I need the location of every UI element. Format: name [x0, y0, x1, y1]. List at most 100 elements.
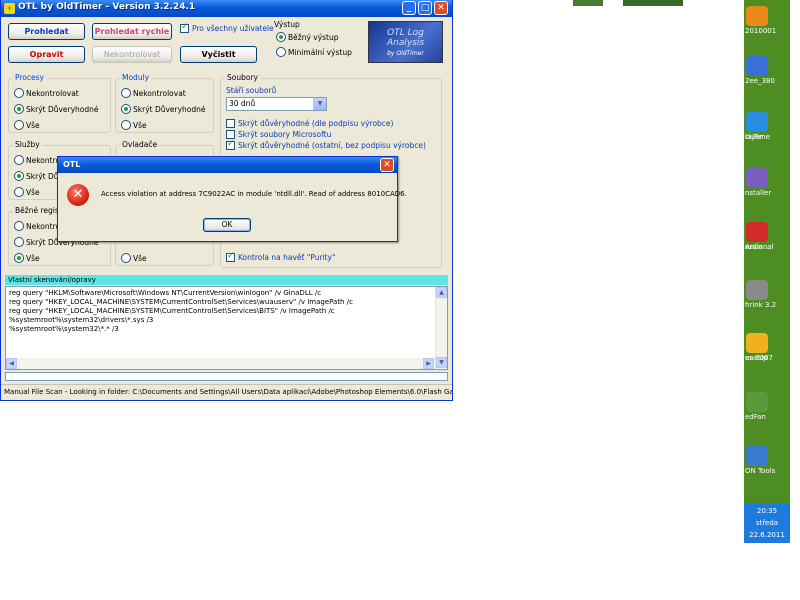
services-all-radio[interactable] [14, 187, 24, 197]
ok-button[interactable]: OK [203, 218, 251, 232]
services-no-check-radio[interactable] [14, 155, 24, 165]
processes-no-check-radio[interactable] [14, 88, 24, 98]
minimize-button[interactable]: _ [402, 1, 416, 15]
modules-no-check-radio[interactable] [121, 88, 131, 98]
otl-logo: OTL Log Analysis by OldTimer [368, 21, 443, 63]
modules-option-label: Skrýt Důveryhodné [133, 105, 206, 114]
scroll-down-icon[interactable]: ▼ [436, 357, 447, 368]
dialog-close-button[interactable]: ✕ [380, 158, 394, 172]
services-group-title: Služby [13, 140, 42, 149]
registry-hide-trusted-radio[interactable] [14, 237, 24, 247]
minimal-output-label: Minimální výstup [288, 48, 352, 57]
maximize-button[interactable]: □ [418, 1, 432, 15]
desktop-icon[interactable]: uneUp es 2007 [744, 333, 790, 362]
processes-option-label: Vše [26, 121, 40, 130]
taskbar-clock[interactable]: 20:35 středa 22.6.2011 [744, 503, 790, 543]
registry-ext-option-label: Vše [133, 254, 147, 263]
app-icon [746, 446, 768, 466]
file-age-label: Stáří souborů [226, 86, 277, 95]
chevron-down-icon[interactable]: ▼ [313, 98, 326, 110]
desktop-icon[interactable]: 2010001 [744, 6, 790, 35]
modules-hide-trusted-radio[interactable] [121, 104, 131, 114]
processes-hide-trusted-radio[interactable] [14, 104, 24, 114]
all-users-checkbox[interactable] [180, 22, 189, 33]
desktop-icon[interactable]: nstaller [744, 168, 790, 197]
app-icon [746, 333, 768, 353]
modules-all-radio[interactable] [121, 120, 131, 130]
services-hide-trusted-radio[interactable] [14, 171, 24, 181]
app-icon [746, 6, 768, 26]
script-line: %systemroot%\system32\drivers\*.sys /3 [9, 316, 154, 324]
modules-option-label: Nekontrolovat [133, 89, 186, 98]
hide-microsoft-checkbox[interactable] [226, 130, 235, 139]
desktop-icon[interactable]: ON Tools [744, 446, 790, 475]
file-age-select[interactable]: 30 dnů ▼ [226, 97, 327, 111]
app-icon [746, 392, 768, 412]
app-icon [746, 222, 768, 242]
file-age-value: 30 dnů [229, 99, 256, 108]
hide-other-checkbox[interactable] [226, 139, 235, 150]
error-message: Access violation at address 7C9022AC in … [101, 190, 407, 198]
registry-no-check-radio[interactable] [14, 221, 24, 231]
hide-signed-checkbox[interactable] [226, 119, 235, 128]
no-check-button[interactable]: Nekontrolovat [92, 46, 172, 63]
app-icon [746, 56, 768, 76]
wallpaper-fragment [573, 0, 603, 6]
files-group-title: Soubory [225, 73, 260, 82]
all-users-label: Pro všechny uživatele [192, 24, 274, 33]
processes-option-label: Nekontrolovat [26, 89, 79, 98]
error-dialog: OTL ✕ ✕ Access violation at address 7C90… [57, 156, 407, 242]
output-group-title: Výstup [274, 20, 300, 29]
script-line: reg query "HKEY_LOCAL_MACHINE\SYSTEM\Cur… [9, 307, 335, 315]
clock-time: 20:35 [756, 507, 778, 515]
modules-group: Moduly Nekontrolovat Skrýt Důveryhodné V… [115, 73, 214, 133]
window-titlebar[interactable]: ✦ OTL by OldTimer - Version 3.2.24.1 _ □… [1, 0, 452, 17]
script-line: %systemroot%\system32\*.* /3 [9, 325, 119, 333]
purity-checkbox[interactable] [226, 251, 235, 262]
registry-all-radio[interactable] [14, 253, 24, 263]
custom-scan-header: Vlastní skenování/opravy [5, 275, 448, 285]
registry-option-label: Vše [26, 254, 40, 263]
scroll-right-icon[interactable]: ▶ [423, 358, 434, 369]
minimal-output-radio[interactable] [276, 47, 286, 57]
horizontal-scrollbar[interactable]: ◀ ▶ [6, 358, 434, 369]
vertical-scrollbar[interactable]: ▲ ▼ [435, 287, 447, 369]
custom-scan-textarea[interactable]: reg query "HKLM\Software\Microsoft\Windo… [5, 286, 448, 370]
window-title: OTL by OldTimer - Version 3.2.24.1 [18, 2, 196, 12]
normal-output-radio[interactable] [276, 32, 286, 42]
logo-subtext: by OldTimer [387, 50, 424, 57]
quick-scan-button[interactable]: Prohledat rychle [92, 23, 172, 40]
status-bar: Manual File Scan - Looking in folder: C:… [1, 384, 452, 400]
app-icon [746, 168, 768, 188]
hide-other-label: Skrýt důvěryhodné (ostatní, bez podpisu … [238, 141, 426, 150]
app-icon [746, 112, 768, 132]
desktop-icon[interactable]: 2ee_380 [744, 56, 790, 85]
script-line: reg query "HKLM\Software\Microsoft\Windo… [9, 289, 322, 297]
app-icon [746, 280, 768, 300]
desktop-icon[interactable]: edFan [744, 392, 790, 421]
desktop-icon[interactable]: hrink 3.2 [744, 280, 790, 309]
registry-ext-all-radio[interactable] [121, 253, 131, 263]
processes-all-radio[interactable] [14, 120, 24, 130]
scroll-up-icon[interactable]: ▲ [436, 287, 447, 298]
scan-button[interactable]: Prohledat [8, 23, 85, 40]
desktop-icon[interactable]: ckTime layer [744, 112, 790, 141]
drivers-group-title: Ovladače [120, 140, 160, 149]
app-icon: ✦ [4, 3, 15, 14]
processes-group-title: Procesy [13, 73, 46, 82]
wallpaper-fragment [623, 0, 683, 6]
close-button[interactable]: ✕ [434, 1, 448, 15]
fix-button[interactable]: Opravit [8, 46, 85, 63]
dialog-titlebar[interactable]: OTL ✕ [58, 157, 397, 173]
scroll-left-icon[interactable]: ◀ [6, 358, 17, 369]
modules-option-label: Vše [133, 121, 147, 130]
clock-date: 22.6.2011 [749, 531, 785, 539]
script-line: reg query "HKEY_LOCAL_MACHINE\SYSTEM\Cur… [9, 298, 353, 306]
clean-button[interactable]: Vyčistit [180, 46, 257, 63]
error-icon: ✕ [67, 184, 89, 206]
processes-option-label: Skrýt Důveryhodné [26, 105, 99, 114]
desktop-icon[interactable]: Antis... essional [744, 222, 790, 251]
logo-text: OTL Log Analysis [386, 28, 425, 48]
command-input[interactable] [5, 372, 448, 381]
output-group: Výstup Běžný výstup Minimální výstup [271, 20, 363, 62]
